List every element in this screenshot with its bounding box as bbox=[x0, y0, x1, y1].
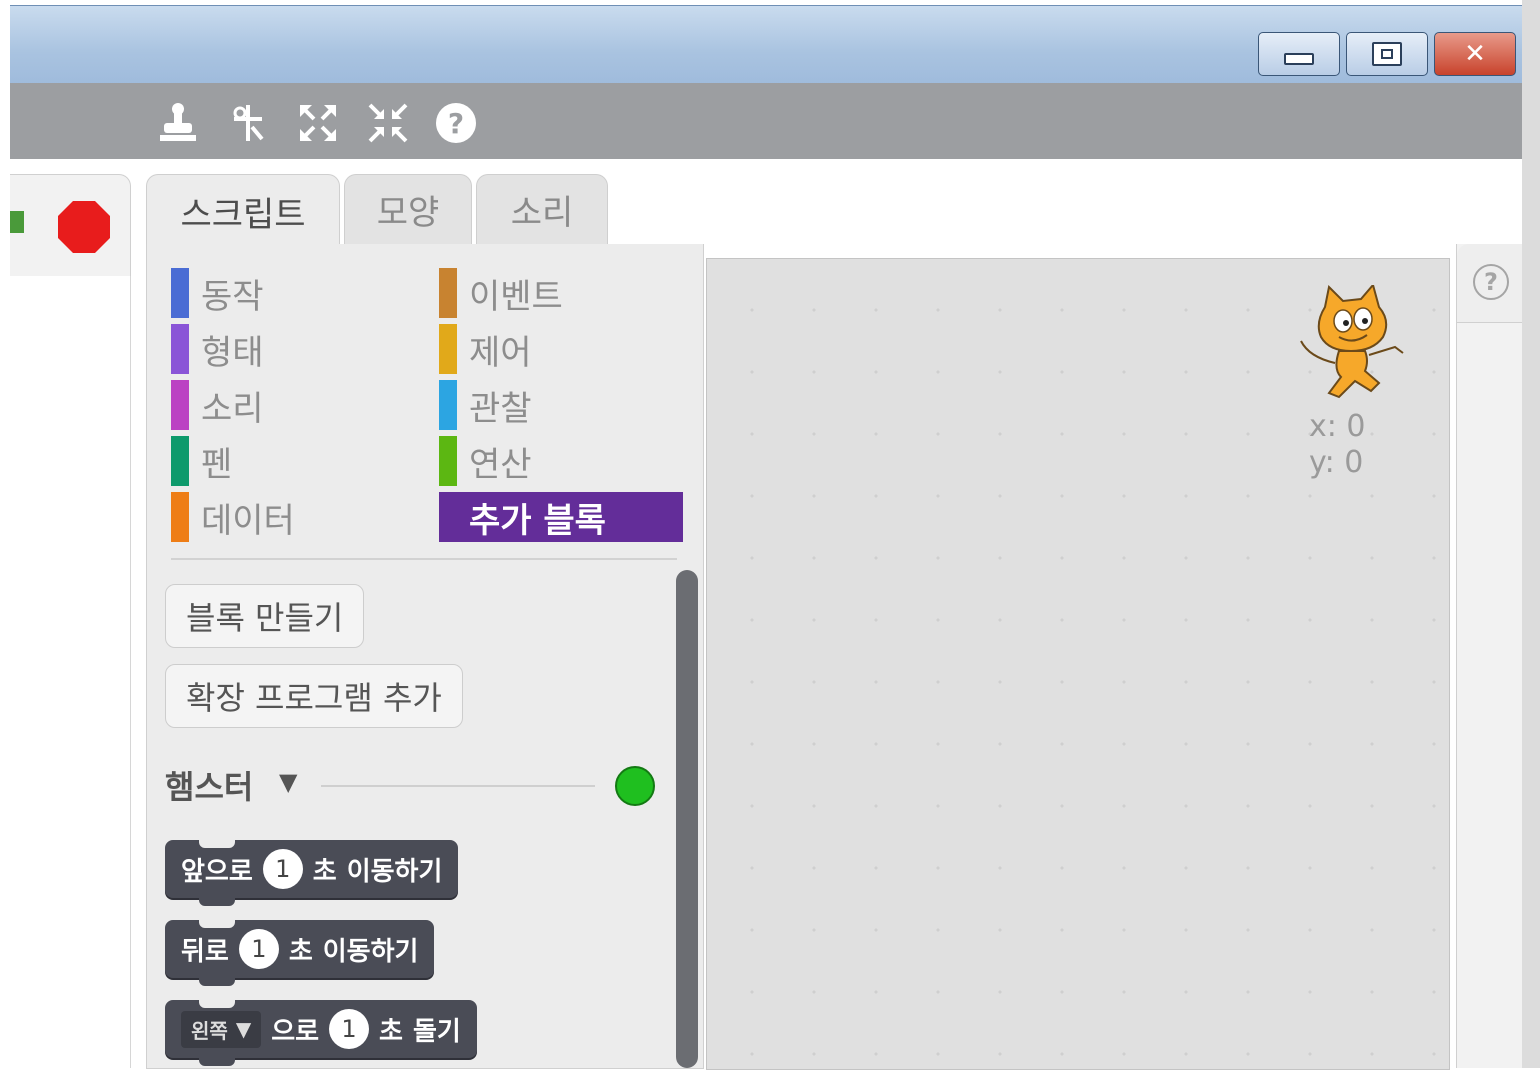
category-motion[interactable]: 동작 bbox=[171, 268, 264, 318]
category-color-swatch bbox=[171, 324, 189, 374]
y-label: y: bbox=[1309, 445, 1335, 480]
restore-icon bbox=[1372, 42, 1402, 66]
category-events[interactable]: 이벤트 bbox=[439, 268, 563, 318]
category-color-swatch bbox=[171, 380, 189, 430]
block-palette: 동작 형태 소리 펜 데이터 이벤트 제어 관찰 연산 추가 블록 블록 만들기… bbox=[146, 244, 704, 1069]
block-text: 으로 bbox=[271, 1016, 320, 1047]
category-label: 연산 bbox=[469, 444, 532, 485]
category-pen[interactable]: 펜 bbox=[171, 436, 232, 486]
sprite-x-readout: x: 0 bbox=[1309, 409, 1366, 444]
window-title-bar: ✕ bbox=[10, 5, 1522, 84]
minimize-icon bbox=[1284, 53, 1314, 65]
category-sound[interactable]: 소리 bbox=[171, 380, 264, 430]
extension-name[interactable]: 햄스터 bbox=[165, 762, 253, 808]
button-label: 블록 만들기 bbox=[186, 599, 344, 637]
chevron-down-icon: ▼ bbox=[235, 1017, 252, 1041]
number-input[interactable]: 1 bbox=[329, 1009, 370, 1049]
category-label: 이벤트 bbox=[469, 276, 563, 317]
block-text: 초 bbox=[312, 856, 337, 887]
block-move-forward[interactable]: 앞으로 1 초 이동하기 bbox=[165, 840, 459, 906]
x-value: 0 bbox=[1346, 409, 1366, 444]
help-panel: ? bbox=[1456, 244, 1523, 1068]
x-label: x: bbox=[1309, 409, 1337, 444]
category-color-swatch bbox=[171, 268, 189, 318]
block-text: 돌기 bbox=[412, 1016, 461, 1047]
category-color-swatch bbox=[439, 268, 457, 318]
category-label: 펜 bbox=[201, 444, 233, 485]
block-text: 이동하기 bbox=[346, 856, 443, 887]
palette-divider bbox=[171, 558, 677, 560]
grow-icon[interactable] bbox=[296, 101, 340, 145]
scripts-area[interactable]: x: 0 y: 0 bbox=[706, 258, 1450, 1070]
tab-label: 스크립트 bbox=[180, 195, 306, 235]
chevron-down-icon[interactable]: ▼ bbox=[279, 768, 297, 796]
category-label: 동작 bbox=[201, 276, 264, 317]
close-icon: ✕ bbox=[1464, 39, 1486, 69]
number-input[interactable]: 1 bbox=[238, 929, 279, 969]
help-icon[interactable]: ? bbox=[1473, 264, 1509, 300]
category-color-swatch bbox=[171, 436, 189, 486]
close-button[interactable]: ✕ bbox=[1434, 32, 1516, 76]
category-label: 형태 bbox=[201, 332, 264, 373]
extension-separator bbox=[321, 785, 595, 787]
minimize-button[interactable] bbox=[1258, 32, 1340, 76]
block-text: 이동하기 bbox=[322, 936, 419, 967]
category-label: 데이터 bbox=[201, 500, 295, 541]
add-extension-button[interactable]: 확장 프로그램 추가 bbox=[165, 664, 463, 728]
block-turn[interactable]: 왼쪽 ▼ 으로 1 초 돌기 bbox=[165, 1000, 477, 1066]
category-sensing[interactable]: 관찰 bbox=[439, 380, 532, 430]
category-label: 소리 bbox=[201, 388, 264, 429]
help-icon[interactable]: ? bbox=[434, 101, 478, 145]
category-label: 추가 블록 bbox=[469, 500, 606, 541]
block-text: 초 bbox=[288, 936, 313, 967]
cursor-toolbar: ? bbox=[10, 83, 1522, 159]
category-looks[interactable]: 형태 bbox=[171, 324, 264, 374]
maximize-button[interactable] bbox=[1346, 32, 1428, 76]
tab-label: 소리 bbox=[510, 193, 574, 233]
shrink-icon[interactable] bbox=[366, 101, 410, 145]
stage-area bbox=[10, 276, 131, 1068]
number-input[interactable]: 1 bbox=[262, 849, 303, 889]
tab-costumes[interactable]: 모양 bbox=[344, 174, 472, 244]
block-text: 앞으로 bbox=[181, 856, 253, 887]
stage-controls bbox=[10, 174, 131, 278]
block-move-backward[interactable]: 뒤로 1 초 이동하기 bbox=[165, 920, 435, 986]
svg-text:?: ? bbox=[448, 107, 464, 140]
category-color-swatch bbox=[439, 324, 457, 374]
block-text: 초 bbox=[379, 1016, 403, 1047]
button-label: 확장 프로그램 추가 bbox=[186, 679, 442, 717]
palette-scrollbar[interactable] bbox=[676, 570, 698, 1068]
dropdown-value: 왼쪽 bbox=[191, 1018, 228, 1043]
category-control[interactable]: 제어 bbox=[439, 324, 532, 374]
make-block-button[interactable]: 블록 만들기 bbox=[165, 584, 365, 648]
category-label: 제어 bbox=[469, 332, 532, 373]
tab-sounds[interactable]: 소리 bbox=[476, 174, 608, 244]
help-tab[interactable]: ? bbox=[1457, 244, 1523, 323]
category-color-swatch bbox=[439, 436, 457, 486]
tab-label: 모양 bbox=[376, 193, 440, 233]
sprite-cat-icon bbox=[1300, 285, 1404, 399]
category-operators[interactable]: 연산 bbox=[439, 436, 532, 486]
direction-dropdown[interactable]: 왼쪽 ▼ bbox=[181, 1010, 262, 1048]
cut-icon[interactable] bbox=[226, 101, 270, 145]
stop-icon[interactable] bbox=[56, 199, 112, 255]
connection-status-icon bbox=[615, 766, 655, 806]
category-color-swatch bbox=[439, 380, 457, 430]
window-edge bbox=[1522, 0, 1540, 1068]
category-label: 관찰 bbox=[469, 388, 532, 429]
tab-scripts[interactable]: 스크립트 bbox=[146, 174, 340, 248]
category-color-swatch bbox=[171, 492, 189, 542]
green-flag-icon[interactable] bbox=[10, 211, 24, 233]
category-data[interactable]: 데이터 bbox=[171, 492, 295, 542]
sprite-y-readout: y: 0 bbox=[1309, 445, 1363, 480]
category-more-blocks[interactable]: 추가 블록 bbox=[439, 492, 683, 542]
block-text: 뒤로 bbox=[181, 936, 229, 967]
y-value: 0 bbox=[1344, 445, 1364, 480]
stamp-icon[interactable] bbox=[156, 101, 200, 145]
